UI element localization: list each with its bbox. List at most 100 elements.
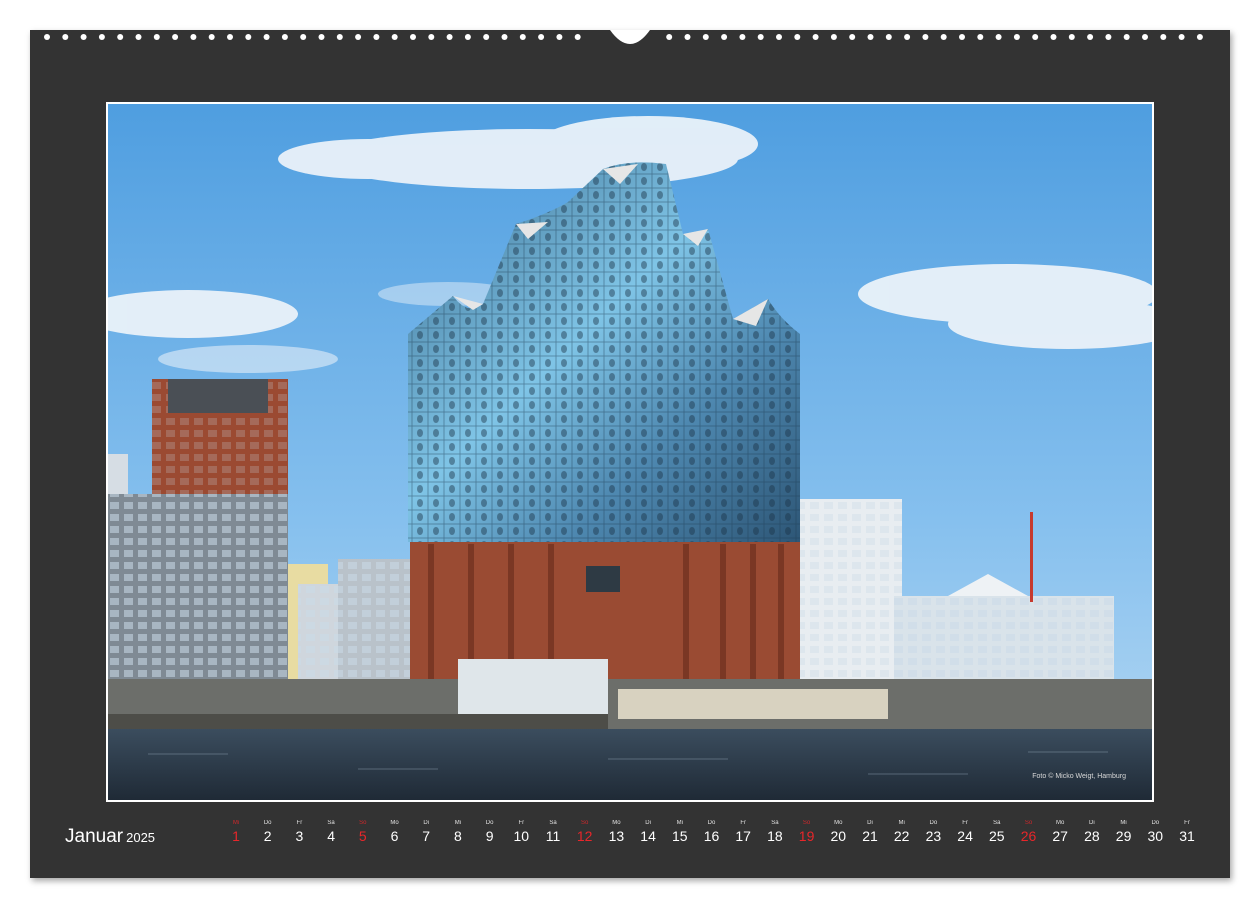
day-number: 10 [506, 827, 536, 845]
weekday-label: Mo [823, 820, 853, 827]
day-number: 19 [792, 827, 822, 845]
calendar-day: Fr17 [728, 820, 758, 845]
day-number: 11 [538, 827, 568, 845]
day-number: 23 [918, 827, 948, 845]
binding-hole [996, 34, 1002, 40]
binding-hole [1069, 34, 1075, 40]
calendar-day: Di28 [1077, 820, 1107, 845]
calendar-day: Do9 [475, 820, 505, 845]
calendar-day: Mi1 [221, 820, 251, 845]
weekday-label: Fr [284, 820, 314, 827]
calendar-day: Mi29 [1109, 820, 1139, 845]
binding-hole [575, 34, 581, 40]
day-number: 24 [950, 827, 980, 845]
weekday-label: Mo [601, 820, 631, 827]
binding-hole [465, 34, 471, 40]
calendar-day: Sa11 [538, 820, 568, 845]
calendar-day: So12 [570, 820, 600, 845]
day-number: 4 [316, 827, 346, 845]
day-number: 29 [1109, 827, 1139, 845]
weekday-label: Fr [728, 820, 758, 827]
weekday-label: Do [918, 820, 948, 827]
calendar-day: Do16 [697, 820, 727, 845]
binding-hole [209, 34, 215, 40]
day-number: 16 [697, 827, 727, 845]
binding-hole [154, 34, 160, 40]
binding-hole [1179, 34, 1185, 40]
weekday-label: Sa [760, 820, 790, 827]
day-strip: Mi1Do2Fr3Sa4So5Mo6Di7Mi8Do9Fr10Sa11So12M… [0, 820, 1260, 860]
weekday-label: Di [633, 820, 663, 827]
weekday-label: Sa [982, 820, 1012, 827]
spiral-binding [0, 0, 1260, 50]
calendar-day: Mi15 [665, 820, 695, 845]
binding-hole [1197, 34, 1203, 40]
photo-credit: Foto © Micko Weigt, Hamburg [1032, 773, 1126, 780]
weekday-label: So [570, 820, 600, 827]
binding-hole [190, 34, 196, 40]
day-number: 28 [1077, 827, 1107, 845]
calendar-day: Sa25 [982, 820, 1012, 845]
weekday-label: Do [475, 820, 505, 827]
calendar-day: Fr10 [506, 820, 536, 845]
weekday-label: Do [253, 820, 283, 827]
binding-hole [373, 34, 379, 40]
binding-hole [300, 34, 306, 40]
calendar-day: Mo6 [380, 820, 410, 845]
calendar-day: Mo27 [1045, 820, 1075, 845]
day-number: 2 [253, 827, 283, 845]
weekday-label: Di [411, 820, 441, 827]
binding-hole [172, 34, 178, 40]
binding-hole [1032, 34, 1038, 40]
weekday-label: So [1014, 820, 1044, 827]
elbphilharmonie-photo [108, 104, 1152, 800]
binding-hole [428, 34, 434, 40]
calendar-day: So19 [792, 820, 822, 845]
weekday-label: Sa [316, 820, 346, 827]
weekday-label: So [348, 820, 378, 827]
calendar-day: Fr31 [1172, 820, 1202, 845]
weekday-label: Mi [665, 820, 695, 827]
binding-hole [776, 34, 782, 40]
day-number: 31 [1172, 827, 1202, 845]
binding-hole [794, 34, 800, 40]
day-number: 8 [443, 827, 473, 845]
weekday-label: Mi [221, 820, 251, 827]
day-number: 15 [665, 827, 695, 845]
calendar-day: So5 [348, 820, 378, 845]
binding-hole [849, 34, 855, 40]
binding-hole [886, 34, 892, 40]
binding-hole [1105, 34, 1111, 40]
calendar-day: Do2 [253, 820, 283, 845]
calendar-day: Sa18 [760, 820, 790, 845]
binding-hole [520, 34, 526, 40]
day-number: 27 [1045, 827, 1075, 845]
calendar-day: Fr3 [284, 820, 314, 845]
hanger-notch [610, 30, 650, 44]
weekday-label: Do [1140, 820, 1170, 827]
calendar-day: Di14 [633, 820, 663, 845]
binding-hole [483, 34, 489, 40]
binding-hole [685, 34, 691, 40]
binding-hole [538, 34, 544, 40]
weekday-label: Sa [538, 820, 568, 827]
binding-hole [922, 34, 928, 40]
binding-hole [941, 34, 947, 40]
weekday-label: Mo [1045, 820, 1075, 827]
binding-hole [1124, 34, 1130, 40]
binding-hole [502, 34, 508, 40]
calendar-day: Fr24 [950, 820, 980, 845]
day-number: 30 [1140, 827, 1170, 845]
binding-hole [81, 34, 87, 40]
weekday-label: Mi [443, 820, 473, 827]
binding-hole [739, 34, 745, 40]
day-number: 17 [728, 827, 758, 845]
binding-hole [1051, 34, 1057, 40]
binding-hole [813, 34, 819, 40]
binding-hole [410, 34, 416, 40]
calendar-day: Sa4 [316, 820, 346, 845]
weekday-label: Mi [1109, 820, 1139, 827]
day-number: 20 [823, 827, 853, 845]
calendar-day: Mo13 [601, 820, 631, 845]
binding-hole [99, 34, 105, 40]
